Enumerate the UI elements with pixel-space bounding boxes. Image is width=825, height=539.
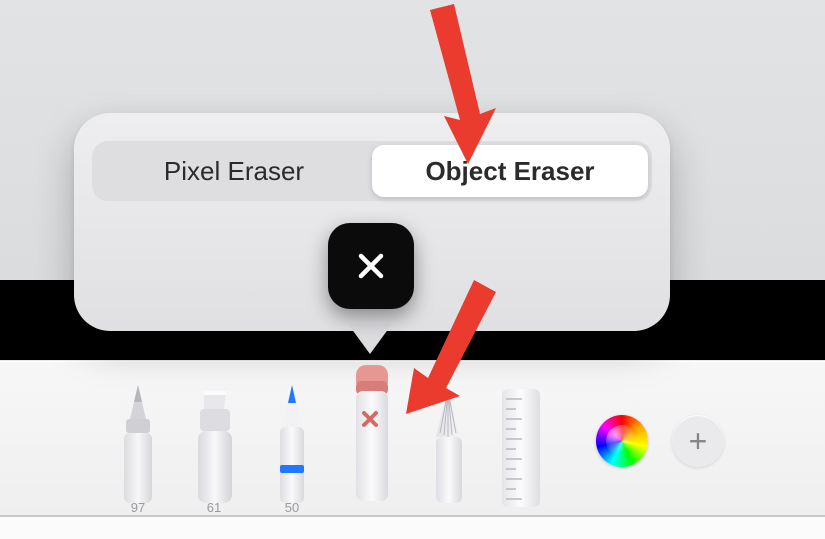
- ruler-tool[interactable]: [496, 385, 546, 515]
- pen-tool[interactable]: 97: [110, 385, 166, 515]
- popover-tail: [348, 324, 392, 354]
- color-picker-well[interactable]: [596, 415, 648, 467]
- segment-pixel-eraser-label: Pixel Eraser: [164, 156, 304, 187]
- pencil-size-label: 50: [285, 500, 299, 515]
- add-tool-button[interactable]: +: [672, 415, 724, 467]
- pen-size-label: 97: [131, 500, 145, 515]
- eraser-mode-segmented: Pixel Eraser Object Eraser: [92, 141, 652, 201]
- eraser-tool[interactable]: [342, 363, 398, 513]
- popover-close-button[interactable]: [328, 223, 414, 309]
- pencil-tool[interactable]: 50: [264, 385, 320, 515]
- marker-size-label: 61: [207, 500, 221, 515]
- segment-object-eraser-label: Object Eraser: [425, 156, 594, 187]
- segment-object-eraser[interactable]: Object Eraser: [372, 145, 648, 197]
- lasso-tool[interactable]: [420, 385, 476, 515]
- bottom-divider: [0, 515, 825, 539]
- plus-icon: +: [689, 425, 708, 457]
- segment-pixel-eraser[interactable]: Pixel Eraser: [96, 145, 372, 197]
- close-icon: [354, 249, 388, 283]
- marker-tool[interactable]: 61: [186, 385, 242, 515]
